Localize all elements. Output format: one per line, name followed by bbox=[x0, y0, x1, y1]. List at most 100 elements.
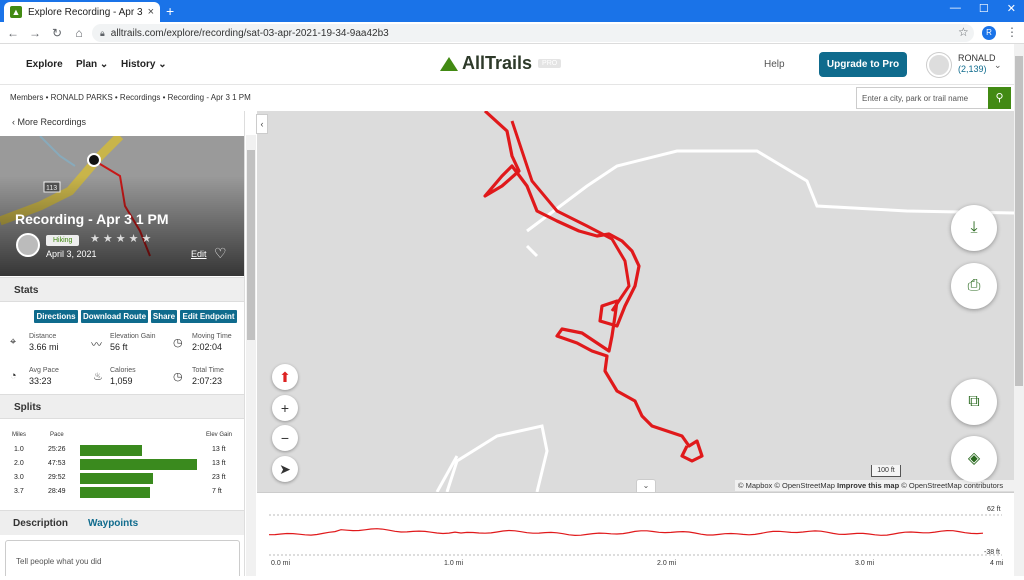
map-view[interactable] bbox=[257, 111, 1014, 492]
forward-icon[interactable]: → bbox=[26, 26, 44, 40]
layers-button[interactable]: ◈ bbox=[951, 436, 997, 482]
directions-button[interactable]: Directions bbox=[34, 310, 78, 323]
x-tick-3: 3.0 mi bbox=[855, 560, 875, 567]
stat-moving-time: Moving Time 2:02:04 bbox=[192, 333, 232, 352]
search-icon: ⚲ bbox=[995, 92, 1004, 104]
print-button[interactable]: ⎙ bbox=[951, 263, 997, 309]
close-window-icon[interactable]: ✕ bbox=[1007, 2, 1016, 15]
stat-value: 2:02:04 bbox=[192, 342, 223, 352]
help-link[interactable]: Help bbox=[764, 59, 785, 70]
panel-scrollbar-thumb[interactable] bbox=[247, 150, 255, 340]
upgrade-button[interactable]: Upgrade to Pro bbox=[819, 52, 907, 77]
download-icon: ⤓ bbox=[970, 219, 978, 236]
new-tab-icon[interactable]: + bbox=[166, 3, 174, 19]
tab-description[interactable]: Description bbox=[13, 518, 68, 529]
browser-menu-icon[interactable]: ⋮ bbox=[1006, 25, 1018, 39]
home-icon[interactable]: ⌂ bbox=[70, 26, 88, 40]
zoom-in-button[interactable]: + bbox=[272, 395, 298, 421]
splits-heading: Splits bbox=[0, 394, 244, 419]
recording-avatar[interactable] bbox=[16, 233, 40, 257]
split-row: 3.7 28:49 7 ft bbox=[0, 486, 244, 500]
bookmark-star-icon[interactable]: ☆ bbox=[958, 25, 969, 39]
nav-plan[interactable]: Plan ⌄ bbox=[76, 59, 108, 70]
maximize-icon[interactable]: ☐ bbox=[979, 2, 989, 15]
user-avatar[interactable] bbox=[927, 53, 951, 77]
attribution-osm-contributors[interactable]: © OpenStreetMap contributors bbox=[901, 481, 1003, 490]
stat-label: Distance bbox=[29, 333, 57, 340]
attribution-osm[interactable]: © OpenStreetMap bbox=[774, 481, 835, 490]
logo-text: AllTrails bbox=[462, 53, 533, 73]
search-button[interactable]: ⚲ bbox=[988, 87, 1011, 109]
split-pace: 28:49 bbox=[48, 488, 66, 495]
map-attribution: © Mapbox © OpenStreetMap Improve this ma… bbox=[735, 480, 1014, 491]
locate-button[interactable]: ➤ bbox=[272, 456, 298, 482]
stat-avg-pace: Avg Pace 33:23 bbox=[29, 367, 59, 386]
overlay-toggle-button[interactable]: ⧉ bbox=[951, 379, 997, 425]
stat-label: Avg Pace bbox=[29, 367, 59, 374]
splits-col-pace: Pace bbox=[50, 432, 64, 438]
collapse-panel-button[interactable]: ‹ bbox=[256, 114, 268, 134]
site-header: Explore Plan ⌄ History ⌄ AllTrails PRO H… bbox=[0, 44, 1014, 85]
download-map-button[interactable]: ⤓ bbox=[951, 205, 997, 251]
stat-value: 56 ft bbox=[110, 342, 128, 352]
chevron-down-icon: ⌄ bbox=[99, 59, 109, 70]
edit-link[interactable]: Edit bbox=[191, 249, 207, 259]
nav-history[interactable]: History ⌄ bbox=[121, 59, 167, 70]
split-bar bbox=[80, 487, 150, 498]
x-tick-1: 1.0 mi bbox=[444, 560, 464, 567]
chevron-down-icon[interactable]: ⌄ bbox=[994, 60, 1002, 71]
reload-icon[interactable]: ↻ bbox=[48, 26, 66, 40]
download-route-button[interactable]: Download Route bbox=[81, 310, 148, 323]
more-recordings-label: More Recordings bbox=[17, 117, 87, 127]
url-field[interactable]: 🔒︎ alltrails.com/explore/recording/sat-0… bbox=[92, 24, 974, 42]
stat-value: 1,059 bbox=[110, 376, 133, 386]
nav-explore[interactable]: Explore bbox=[26, 59, 63, 70]
elevation-toggle[interactable]: ⌄ bbox=[636, 479, 656, 492]
splits-col-elev: Elev Gain bbox=[206, 432, 233, 438]
attribution-mapbox[interactable]: © Mapbox bbox=[738, 481, 772, 490]
share-button[interactable]: Share bbox=[151, 310, 177, 323]
stat-value: 33:23 bbox=[29, 376, 52, 386]
flame-icon: ♨ bbox=[93, 371, 103, 383]
back-icon[interactable]: ← bbox=[4, 26, 22, 40]
lock-icon: 🔒︎ bbox=[100, 27, 105, 38]
stat-value: 2:07:23 bbox=[192, 376, 223, 386]
browser-tab[interactable]: ▲ Explore Recording - Apr 3 1 PM | × bbox=[4, 2, 160, 22]
user-name[interactable]: RONALD bbox=[958, 53, 996, 63]
chevron-down-icon: ⌄ bbox=[642, 481, 650, 490]
map-graphic bbox=[435, 111, 1014, 492]
alltrails-logo[interactable]: AllTrails PRO bbox=[440, 53, 562, 74]
search-input[interactable]: Enter a city, park or trail name bbox=[856, 87, 988, 109]
split-elev: 13 ft bbox=[212, 446, 226, 453]
page-scrollbar-thumb[interactable] bbox=[1015, 56, 1023, 386]
printer-icon: ⎙ bbox=[967, 277, 981, 294]
compass-icon[interactable]: ⬆ bbox=[272, 364, 298, 390]
split-miles: 2.0 bbox=[14, 460, 24, 467]
tab-waypoints[interactable]: Waypoints bbox=[88, 518, 138, 529]
stat-label: Elevation Gain bbox=[110, 333, 156, 340]
edit-endpoint-button[interactable]: Edit Endpoint bbox=[180, 310, 237, 323]
breadcrumb[interactable]: Members • RONALD PARKS • Recordings • Re… bbox=[10, 93, 251, 102]
stats-heading: Stats bbox=[0, 277, 244, 302]
split-miles: 1.0 bbox=[14, 446, 24, 453]
gauge-icon: ◔ bbox=[10, 370, 17, 382]
improve-map-link[interactable]: Improve this map bbox=[837, 481, 899, 490]
x-tick-0: 0.0 mi bbox=[271, 560, 291, 567]
rating-stars[interactable]: ★★★★★ bbox=[90, 232, 154, 245]
description-field[interactable]: Tell people what you did bbox=[5, 540, 240, 576]
split-row: 1.0 25:26 13 ft bbox=[0, 444, 244, 458]
split-bar bbox=[80, 459, 197, 470]
minus-icon: − bbox=[280, 430, 290, 446]
more-recordings-link[interactable]: ‹ More Recordings bbox=[12, 117, 86, 127]
split-pace: 47:53 bbox=[48, 460, 66, 467]
heart-icon[interactable]: ♡ bbox=[214, 245, 227, 262]
minimize-icon[interactable]: — bbox=[950, 2, 961, 15]
url-text: alltrails.com/explore/recording/sat-03-a… bbox=[110, 27, 389, 39]
browser-profile-avatar[interactable]: R bbox=[982, 26, 996, 40]
recording-thumbnail-map[interactable]: 113 bbox=[0, 136, 244, 276]
elev-max-label: 62 ft bbox=[987, 506, 1001, 513]
stat-calories: Calories 1,059 bbox=[110, 367, 136, 386]
close-tab-icon[interactable]: × bbox=[148, 6, 154, 18]
elevation-profile[interactable]: 62 ft -38 ft 0.0 mi 1.0 mi 2.0 mi 3.0 mi… bbox=[257, 492, 1014, 576]
zoom-out-button[interactable]: − bbox=[272, 425, 298, 451]
